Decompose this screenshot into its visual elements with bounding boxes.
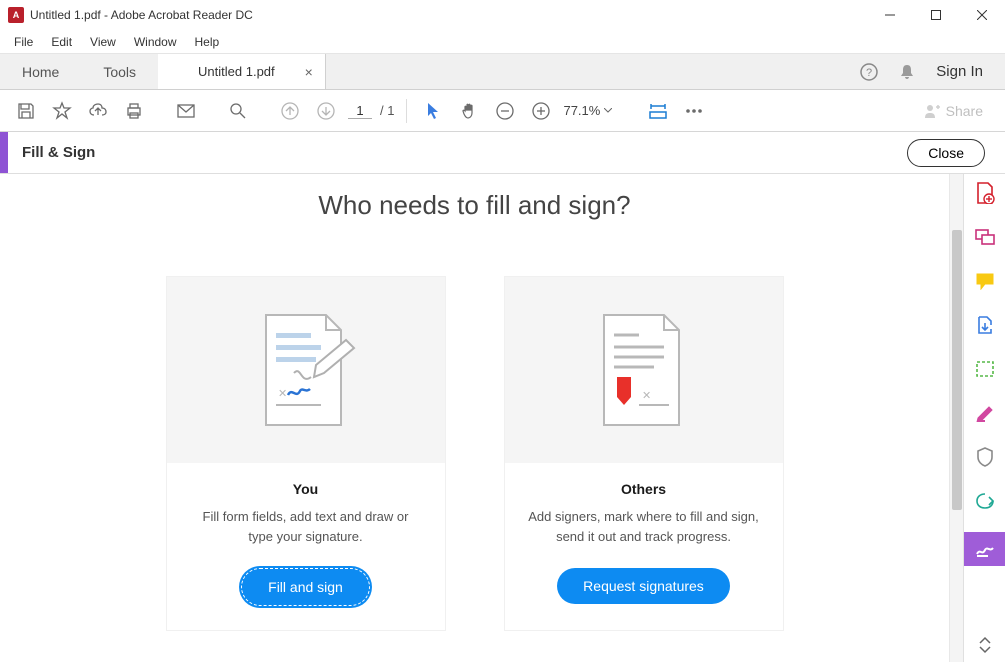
more-icon[interactable] [680, 97, 708, 125]
close-panel-button[interactable]: Close [907, 139, 985, 167]
menu-edit[interactable]: Edit [43, 33, 80, 51]
window-title: Untitled 1.pdf - Adobe Acrobat Reader DC [30, 8, 867, 22]
mail-icon[interactable] [172, 97, 200, 125]
share-label: Share [946, 103, 983, 119]
menu-view[interactable]: View [82, 33, 124, 51]
tabbar: Home Tools Untitled 1.pdf × ? Sign In [0, 54, 1005, 90]
save-icon[interactable] [12, 97, 40, 125]
print-icon[interactable] [120, 97, 148, 125]
adobe-sign-icon[interactable] [972, 488, 998, 514]
card-others: ✕ Others Add signers, mark where to fill… [505, 277, 783, 630]
svg-text:?: ? [866, 67, 872, 79]
hand-tool-icon[interactable] [455, 97, 483, 125]
help-icon[interactable]: ? [860, 63, 878, 81]
zoom-in-icon[interactable] [527, 97, 555, 125]
zoom-value: 77.1% [563, 103, 600, 118]
svg-text:✕: ✕ [278, 388, 287, 400]
panel-header: Fill & Sign Close [0, 132, 1005, 174]
card-you-title: You [167, 481, 445, 497]
person-plus-icon [924, 103, 940, 119]
chevron-down-icon[interactable] [979, 646, 991, 654]
card-others-title: Others [505, 481, 783, 497]
select-tool-icon[interactable] [419, 97, 447, 125]
bell-icon[interactable] [898, 63, 916, 81]
fill-sign-rail-icon[interactable] [964, 532, 1005, 566]
share-button[interactable]: Share [914, 99, 993, 123]
page-up-icon[interactable] [276, 97, 304, 125]
organize-icon[interactable] [972, 356, 998, 382]
fit-width-icon[interactable] [644, 97, 672, 125]
close-tab-icon[interactable]: × [305, 64, 313, 80]
tab-document-label: Untitled 1.pdf [198, 64, 275, 79]
maximize-button[interactable] [913, 0, 959, 30]
menu-file[interactable]: File [6, 33, 41, 51]
app-icon: A [8, 7, 24, 23]
cloud-icon[interactable] [84, 97, 112, 125]
protect-icon[interactable] [972, 444, 998, 470]
tab-tools[interactable]: Tools [81, 54, 158, 89]
signin-link[interactable]: Sign In [936, 63, 983, 80]
svg-text:✕: ✕ [642, 390, 651, 402]
main-heading: Who needs to fill and sign? [0, 190, 949, 221]
create-pdf-icon[interactable] [972, 180, 998, 206]
window-titlebar: A Untitled 1.pdf - Adobe Acrobat Reader … [0, 0, 1005, 30]
page-number-input[interactable] [348, 103, 372, 119]
menubar: File Edit View Window Help [0, 30, 1005, 54]
comment-icon[interactable] [972, 268, 998, 294]
zoom-out-icon[interactable] [491, 97, 519, 125]
star-icon[interactable] [48, 97, 76, 125]
content-area: Who needs to fill and sign? ✕ [0, 174, 949, 662]
panel-accent [0, 132, 8, 173]
card-others-desc: Add signers, mark where to fill and sign… [527, 507, 761, 546]
tab-home[interactable]: Home [0, 54, 81, 89]
combine-files-icon[interactable] [972, 224, 998, 250]
rail-scroll-arrows[interactable] [979, 636, 991, 662]
chevron-up-icon[interactable] [979, 636, 991, 644]
page-total-label: / 1 [380, 103, 394, 118]
edit-pdf-icon[interactable] [972, 400, 998, 426]
card-you: ✕ You Fill form fields, add text and dra… [167, 277, 445, 630]
page-down-icon[interactable] [312, 97, 340, 125]
export-pdf-icon[interactable] [972, 312, 998, 338]
request-signatures-button[interactable]: Request signatures [557, 568, 730, 604]
main-toolbar: / 1 77.1% Share [0, 90, 1005, 132]
fill-and-sign-button[interactable]: Fill and sign [241, 568, 370, 606]
menu-help[interactable]: Help [187, 33, 228, 51]
panel-title: Fill & Sign [8, 144, 907, 161]
others-illustration: ✕ [505, 277, 783, 463]
close-window-button[interactable] [959, 0, 1005, 30]
search-icon[interactable] [224, 97, 252, 125]
vertical-scrollbar[interactable] [949, 174, 963, 662]
menu-window[interactable]: Window [126, 33, 185, 51]
card-you-desc: Fill form fields, add text and draw or t… [189, 507, 423, 546]
right-tools-rail [963, 174, 1005, 662]
tab-document[interactable]: Untitled 1.pdf × [158, 54, 326, 89]
minimize-button[interactable] [867, 0, 913, 30]
zoom-dropdown[interactable]: 77.1% [563, 103, 612, 118]
scrollbar-thumb[interactable] [952, 230, 962, 510]
you-illustration: ✕ [167, 277, 445, 463]
